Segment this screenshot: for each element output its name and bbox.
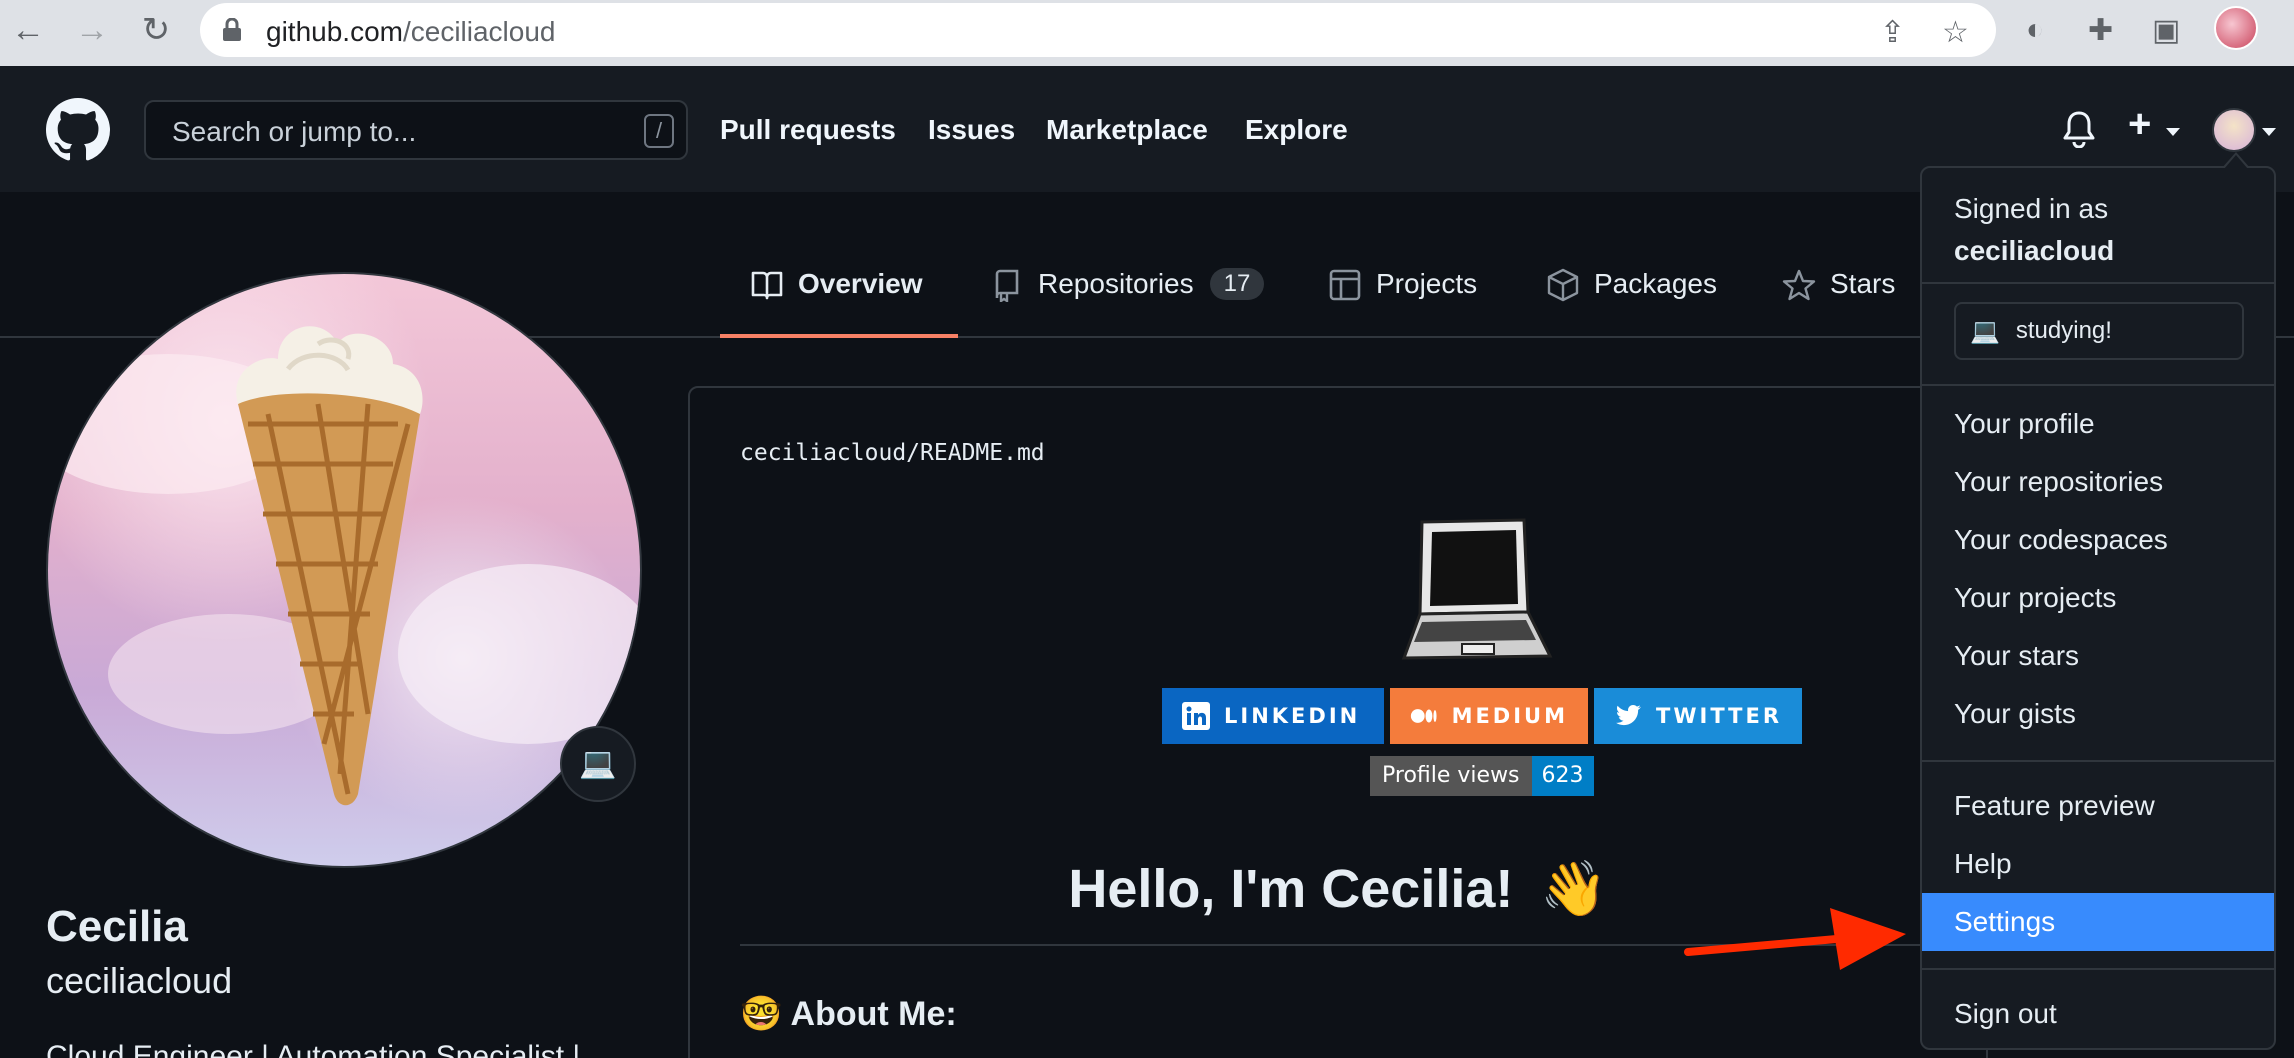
nerd-face-icon: 🤓 <box>740 995 783 1033</box>
tab-label: Overview <box>798 268 923 299</box>
extension-bulb-icon[interactable]: ◐ <box>2026 13 2044 47</box>
menu-your-repositories[interactable]: Your repositories <box>1922 453 2274 511</box>
profile-avatar[interactable] <box>46 272 642 868</box>
profile-views-badge: Profile views 623 <box>1370 756 1594 796</box>
extensions-puzzle-icon[interactable]: ✚ <box>2088 13 2113 48</box>
medium-icon <box>1410 709 1437 723</box>
plus-caret-icon[interactable] <box>2166 128 2180 136</box>
menu-feature-preview[interactable]: Feature preview <box>1922 777 2274 835</box>
forward-arrow-icon[interactable]: → <box>72 10 112 50</box>
readme-file-link[interactable]: README.md <box>920 440 1045 466</box>
menu-divider <box>1922 282 2274 284</box>
browser-profile-avatar[interactable] <box>2214 6 2258 50</box>
tab-label: Repositories <box>1038 268 1194 299</box>
menu-your-projects[interactable]: Your projects <box>1922 569 2274 627</box>
book-icon <box>751 271 783 300</box>
ice-cream-cone-image <box>48 326 640 806</box>
user-dropdown-menu: Signed in as ceciliacloud 💻 studying! Yo… <box>1920 152 2276 1050</box>
social-badges: LINKEDIN MEDIUM TWITTER <box>1162 688 1802 744</box>
readme-owner-link[interactable]: ceciliacloud <box>740 440 906 466</box>
tab-repositories[interactable]: Repositories 17 <box>990 268 1265 338</box>
laptop-image <box>1401 518 1553 660</box>
set-status-button[interactable]: 💻 studying! <box>1954 302 2244 360</box>
waving-hand-icon: 👋 <box>1540 859 1608 919</box>
linkedin-icon <box>1182 702 1210 730</box>
package-icon <box>1547 268 1579 302</box>
medium-badge[interactable]: MEDIUM <box>1390 688 1588 744</box>
nav-pull-requests[interactable]: Pull requests <box>720 114 896 146</box>
readme-path: ceciliacloud/README.md <box>740 440 1045 466</box>
tab-stars[interactable]: Stars <box>1782 268 1895 338</box>
back-arrow-icon[interactable]: ← <box>8 10 48 50</box>
user-avatar-menu[interactable] <box>2212 108 2256 152</box>
linkedin-badge[interactable]: LINKEDIN <box>1162 688 1384 744</box>
browser-toolbar: ← → ↻ github.com/ceciliacloud ⇪ ☆ ◐ ✚ ▣ <box>0 0 2294 66</box>
menu-your-codespaces[interactable]: Your codespaces <box>1922 511 2274 569</box>
bookmark-star-icon[interactable]: ☆ <box>1942 15 1969 50</box>
star-icon <box>1782 269 1816 301</box>
menu-sign-out[interactable]: Sign out <box>1922 985 2274 1043</box>
search-placeholder: Search or jump to... <box>172 116 417 147</box>
annotation-arrow <box>1684 908 1906 970</box>
profile-username: ceciliacloud <box>46 960 233 1001</box>
twitter-badge[interactable]: TWITTER <box>1594 688 1802 744</box>
signed-in-username[interactable]: ceciliacloud <box>1954 235 2114 266</box>
url-text: github.com/ceciliacloud <box>266 16 556 47</box>
avatar-caret-icon[interactable] <box>2262 128 2276 136</box>
tab-overview[interactable]: Overview <box>720 268 958 338</box>
tab-packages[interactable]: Packages <box>1546 268 1717 338</box>
tab-label: Packages <box>1594 268 1717 299</box>
status-emoji-badge[interactable]: 💻 <box>560 726 636 802</box>
menu-your-gists[interactable]: Your gists <box>1922 685 2274 743</box>
menu-your-profile[interactable]: Your profile <box>1922 395 2274 453</box>
repo-count-badge: 17 <box>1209 268 1265 300</box>
menu-divider <box>1922 760 2274 762</box>
share-icon[interactable]: ⇪ <box>1880 15 1905 50</box>
tab-label: Stars <box>1830 268 1896 299</box>
search-shortcut-key: / <box>644 114 674 148</box>
reload-icon[interactable]: ↻ <box>136 10 176 50</box>
menu-divider <box>1922 968 2274 970</box>
side-panel-icon[interactable]: ▣ <box>2152 13 2180 48</box>
about-me-heading: 🤓 About Me: <box>740 995 957 1033</box>
nav-marketplace[interactable]: Marketplace <box>1046 114 1208 146</box>
bell-icon[interactable] <box>2062 110 2096 148</box>
nav-explore[interactable]: Explore <box>1245 114 1348 146</box>
tab-label: Projects <box>1376 268 1478 299</box>
menu-settings[interactable]: Settings <box>1922 893 2274 951</box>
menu-divider <box>1922 384 2274 386</box>
tab-projects[interactable]: Projects <box>1328 268 1477 338</box>
twitter-bird-icon <box>1615 704 1642 726</box>
table-icon <box>1329 269 1361 301</box>
menu-help[interactable]: Help <box>1922 835 2274 893</box>
menu-your-stars[interactable]: Your stars <box>1922 627 2274 685</box>
profile-bio: Cloud Engineer | Automation Specialist | <box>46 1040 581 1058</box>
repo-icon <box>995 269 1019 302</box>
nav-issues[interactable]: Issues <box>928 114 1015 146</box>
search-input[interactable]: Search or jump to... / <box>144 100 688 160</box>
lock-icon <box>223 18 241 41</box>
profile-name: Cecilia <box>46 902 188 951</box>
github-logo-icon[interactable] <box>46 98 110 162</box>
status-emoji-icon: 💻 <box>1970 317 2000 345</box>
signed-in-header: Signed in as ceciliacloud <box>1954 193 2115 266</box>
address-bar[interactable]: github.com/ceciliacloud ⇪ ☆ <box>200 3 1996 57</box>
plus-icon[interactable]: + <box>2128 102 2151 147</box>
